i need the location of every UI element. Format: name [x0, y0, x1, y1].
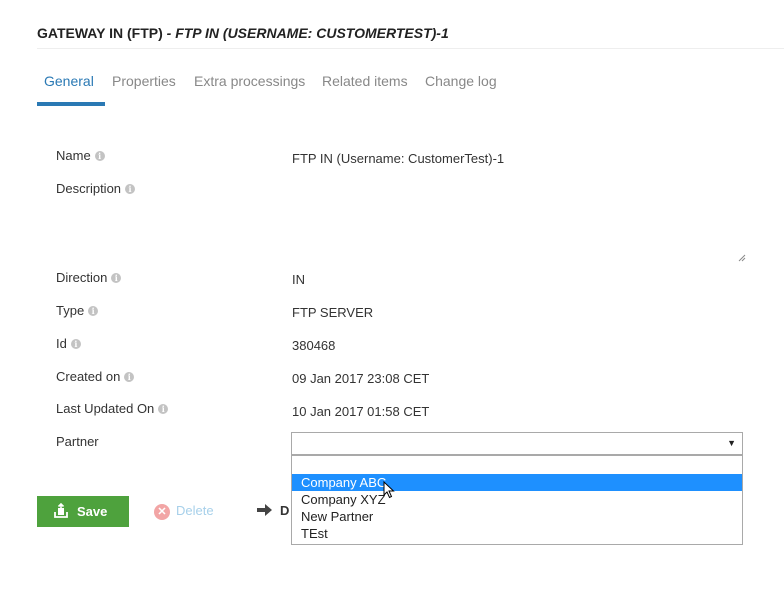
- arrow-right-icon: [257, 504, 272, 516]
- save-icon: [54, 503, 68, 518]
- description-label: Description i: [56, 181, 136, 196]
- name-value[interactable]: FTP IN (Username: CustomerTest)-1: [292, 151, 504, 166]
- type-label: Type i: [56, 303, 99, 318]
- last-updated-value: 10 Jan 2017 01:58 CET: [292, 404, 430, 419]
- direction-label: Direction i: [56, 270, 122, 285]
- created-on-label: Created on i: [56, 369, 135, 384]
- info-icon: i: [124, 372, 135, 382]
- partner-option[interactable]: Company ABC: [292, 474, 742, 491]
- last-updated-label: Last Updated On i: [56, 401, 169, 416]
- tab-extra-processings[interactable]: Extra processings: [194, 73, 305, 107]
- page-title: GATEWAY IN (FTP) - FTP IN (USERNAME: CUS…: [37, 25, 449, 41]
- save-button[interactable]: Save: [37, 496, 129, 527]
- mouse-pointer-icon: [383, 481, 395, 499]
- info-icon: i: [111, 273, 122, 283]
- partner-select[interactable]: ▼: [291, 432, 743, 455]
- gateway-subtitle: FTP IN (USERNAME: CUSTOMERTEST)-1: [175, 25, 449, 41]
- direction-value: IN: [292, 272, 305, 287]
- partner-option[interactable]: Company XYZ: [292, 491, 742, 508]
- info-icon: i: [158, 404, 169, 414]
- dropdown-arrow-icon[interactable]: ▼: [727, 438, 736, 448]
- gateway-title: GATEWAY IN (FTP): [37, 25, 163, 41]
- info-icon: i: [94, 151, 105, 161]
- info-icon: i: [125, 184, 136, 194]
- partner-dropdown-list: Company ABC Company XYZ New Partner TEst: [291, 455, 743, 545]
- name-label: Name i: [56, 148, 105, 163]
- info-icon: i: [70, 339, 81, 349]
- more-action-button[interactable]: D: [256, 503, 289, 518]
- id-value: 380468: [292, 338, 336, 353]
- tab-change-log[interactable]: Change log: [425, 73, 497, 107]
- title-separator: -: [162, 25, 176, 41]
- created-on-value: 09 Jan 2017 23:08 CET: [292, 371, 430, 386]
- info-icon: i: [88, 306, 99, 316]
- header-divider: [37, 48, 784, 49]
- partner-option[interactable]: TEst: [292, 525, 742, 542]
- tab-properties[interactable]: Properties: [112, 73, 176, 107]
- partner-label: Partner: [56, 434, 99, 449]
- resize-grip-icon[interactable]: [738, 254, 746, 262]
- type-value: FTP SERVER: [292, 305, 374, 320]
- delete-button[interactable]: ✕ Delete: [154, 503, 214, 521]
- description-field[interactable]: [292, 178, 746, 262]
- active-tab-indicator: [37, 102, 105, 106]
- delete-icon: ✕: [154, 503, 170, 520]
- tab-related-items[interactable]: Related items: [322, 73, 408, 107]
- partner-option[interactable]: New Partner: [292, 508, 742, 525]
- id-label: Id i: [56, 336, 81, 351]
- partner-option-empty[interactable]: [292, 457, 742, 474]
